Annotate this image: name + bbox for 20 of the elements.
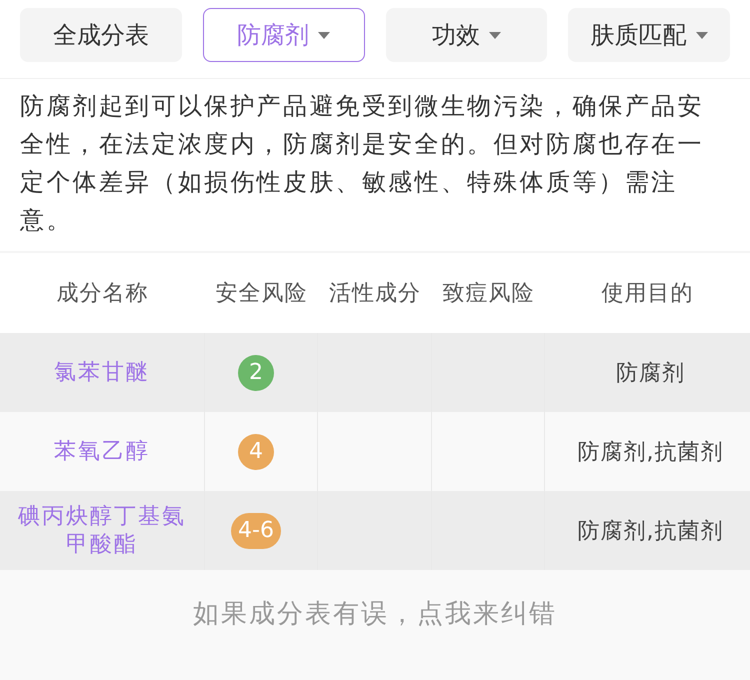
risk-badge: 4 — [238, 434, 274, 470]
risk-badge: 2 — [238, 354, 274, 390]
purpose-text: 防腐剂 — [615, 360, 685, 388]
column-header: 致痘风险 — [442, 280, 534, 308]
ingredient-link[interactable]: 碘丙炔醇丁基氨甲酸酯 — [0, 502, 204, 558]
column-header: 安全风险 — [216, 280, 308, 308]
filter-tab[interactable]: 防腐剂 — [202, 8, 364, 62]
column-header: 成分名称 — [56, 280, 148, 308]
purpose-text: 防腐剂,抗菌剂 — [576, 518, 724, 546]
column-header: 活性成分 — [329, 280, 421, 308]
risk-badge: 4-6 — [231, 512, 281, 548]
filter-tab[interactable]: 功效 — [386, 8, 548, 62]
filter-tab[interactable]: 肤质匹配 — [568, 8, 730, 62]
description-text: 防腐剂起到可以保护产品避免受到微生物污染，确保产品安全性，在法定浓度内，防腐剂是安全的。但对防腐也存在一定个体差异（如损伤性皮肤、敏感性、特殊体质等）需注意。 — [0, 79, 750, 253]
filter-tab[interactable]: 全成分表 — [20, 8, 182, 62]
ingredient-link[interactable]: 氯苯甘醚 — [46, 358, 158, 386]
column-header: 使用目的 — [602, 280, 694, 308]
feedback-link[interactable]: 如果成分表有误，点我来纠错 — [193, 596, 557, 631]
ingredient-link[interactable]: 苯氧乙醇 — [46, 438, 158, 466]
purpose-text: 防腐剂,抗菌剂 — [576, 438, 724, 466]
